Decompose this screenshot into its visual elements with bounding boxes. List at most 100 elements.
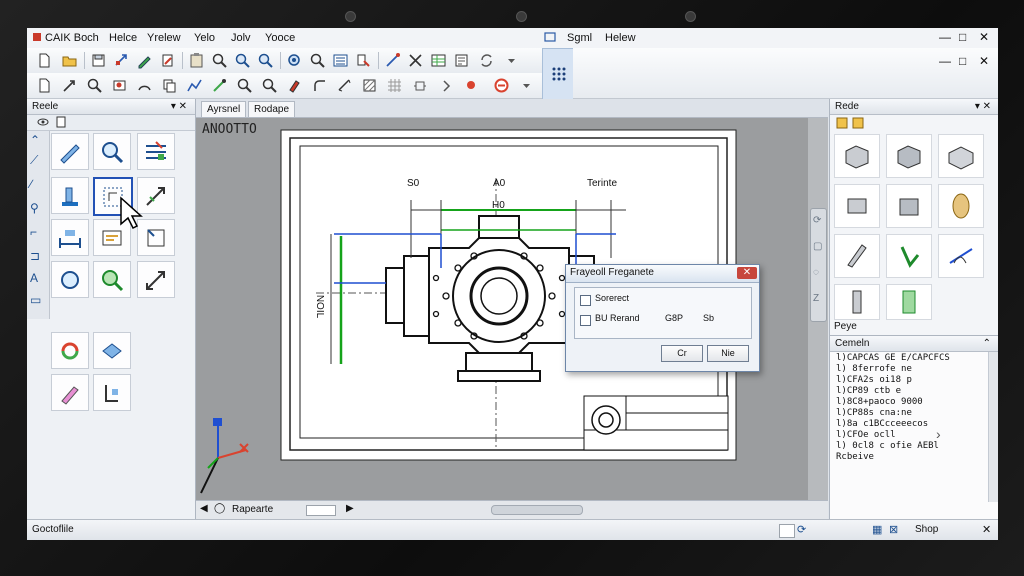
maximize-button[interactable]: □ [959,30,966,44]
sketch-tool[interactable] [51,133,89,170]
library-icon[interactable] [836,117,848,132]
arrow-right-icon[interactable] [437,76,456,95]
corner-tool-icon[interactable]: ⌐ [30,225,37,239]
view-icon[interactable]: ▢ [813,241,822,252]
menu-item-1[interactable]: Helce [109,32,137,44]
scroll-left-icon[interactable]: ◀ [200,503,208,514]
transform-icon[interactable] [112,51,131,70]
menu-item-3[interactable]: Yelo [194,32,215,44]
edit-icon[interactable] [158,51,177,70]
new-file-icon[interactable] [35,51,54,70]
grid-icon[interactable] [385,76,404,95]
layers-icon[interactable] [331,51,350,70]
clipboard-icon[interactable] [187,51,206,70]
part-spring[interactable] [938,234,984,278]
revolve-tool[interactable] [51,261,89,298]
maximize-button-2[interactable]: □ [959,54,966,68]
folder-tool-icon[interactable]: ▭ [30,293,41,307]
panel-controls[interactable]: ▾ ✕ [975,99,991,114]
option-2-checkbox[interactable] [580,315,591,326]
library-icon-2[interactable] [852,117,864,132]
dialog-close-button[interactable]: ✕ [737,267,757,279]
part-hook[interactable] [886,234,932,278]
pencil-icon[interactable] [135,51,154,70]
eye-icon[interactable] [37,116,49,131]
app-grid-button[interactable] [542,48,575,100]
part-plate[interactable] [886,184,932,228]
pin-icon[interactable] [462,76,481,95]
part-block[interactable] [834,134,880,178]
zoom-realtime-icon[interactable] [308,51,327,70]
part-clamp[interactable] [834,184,880,228]
extrude-tool[interactable] [51,177,89,214]
part-spool[interactable] [886,284,932,320]
panel-up-icon[interactable]: ⌃ [983,336,991,351]
minimize-button[interactable]: — [939,30,951,44]
arc-icon[interactable] [135,76,154,95]
option-1-checkbox[interactable] [580,295,591,306]
search-icon[interactable] [85,76,104,95]
export-icon[interactable] [60,76,79,95]
menu-item-right-1[interactable]: Sgml [567,32,592,44]
settings-icon[interactable] [410,76,429,95]
expand-arrow-icon[interactable]: › [936,426,941,442]
line-tool-icon[interactable]: ⟋ [30,153,38,168]
grid-toggle-icon[interactable]: ▦ [872,523,882,536]
open-folder-icon[interactable] [60,51,79,70]
collapse-up-icon[interactable]: ⌃ [30,133,40,147]
polyline-icon[interactable] [185,76,204,95]
shape-tool[interactable] [93,332,131,369]
menu-item-5[interactable]: Yooce [265,32,295,44]
new-doc-icon[interactable] [35,76,54,95]
panel-controls[interactable]: ▾ ✕ [171,99,187,114]
tab-1[interactable]: Ayrsnel [201,101,247,117]
horizontal-scrollbar[interactable] [491,505,583,515]
cancel-button[interactable]: Nie [707,345,749,362]
orbit-icon[interactable]: ◌ [813,267,819,278]
line-icon[interactable] [383,51,402,70]
target-icon[interactable]: ◯ [214,503,225,514]
hatch-icon[interactable] [360,76,379,95]
part-housing[interactable] [938,134,984,178]
zoom-window-icon[interactable] [210,51,229,70]
status-right-text[interactable]: Shop [915,524,938,535]
zoom-extents-icon[interactable] [285,51,304,70]
block-icon[interactable] [354,51,373,70]
paint-icon[interactable] [285,76,304,95]
fillet-icon[interactable] [310,76,329,95]
dimension-tool[interactable] [51,219,89,256]
part-pin[interactable] [834,284,880,320]
scroll-right-icon[interactable]: ▶ [346,503,354,514]
copy-icon[interactable] [160,76,179,95]
magnify-icon[interactable] [260,76,279,95]
status-close-icon[interactable]: ✕ [982,523,991,536]
properties-icon[interactable] [452,51,471,70]
tab-2[interactable]: Rodape [248,101,296,117]
menu-item-right-2[interactable]: Helew [605,32,636,44]
inspect-tool[interactable] [93,133,131,170]
curve-tool-icon[interactable]: ∕ [30,177,32,191]
find-icon[interactable] [235,76,254,95]
measure-icon[interactable] [335,76,354,95]
minimize-button-2[interactable]: — [939,54,951,68]
color-tool[interactable] [51,332,89,369]
status-toggle-1[interactable] [779,524,795,538]
command-scrollbar[interactable] [988,352,998,502]
bracket-tool-icon[interactable]: ⊐ [30,249,40,263]
text-tool-icon[interactable]: A [30,271,38,285]
table-icon[interactable] [429,51,448,70]
close-button-2[interactable]: ✕ [979,54,989,68]
layer-tool[interactable] [137,133,175,170]
dropdown-icon[interactable] [502,51,521,70]
page-icon[interactable] [55,116,67,131]
snap-icon[interactable] [210,76,229,95]
zoom-tool[interactable] [93,261,131,298]
node-tool[interactable] [93,374,131,411]
trim-icon[interactable] [406,51,425,70]
zoom-field[interactable] [306,505,336,516]
menu-item-4[interactable]: Jolv [231,32,251,44]
cycle-icon[interactable]: ⟳ [797,523,806,536]
save-icon[interactable] [89,51,108,70]
scale-tool[interactable] [137,261,175,298]
part-blade[interactable] [834,234,880,278]
